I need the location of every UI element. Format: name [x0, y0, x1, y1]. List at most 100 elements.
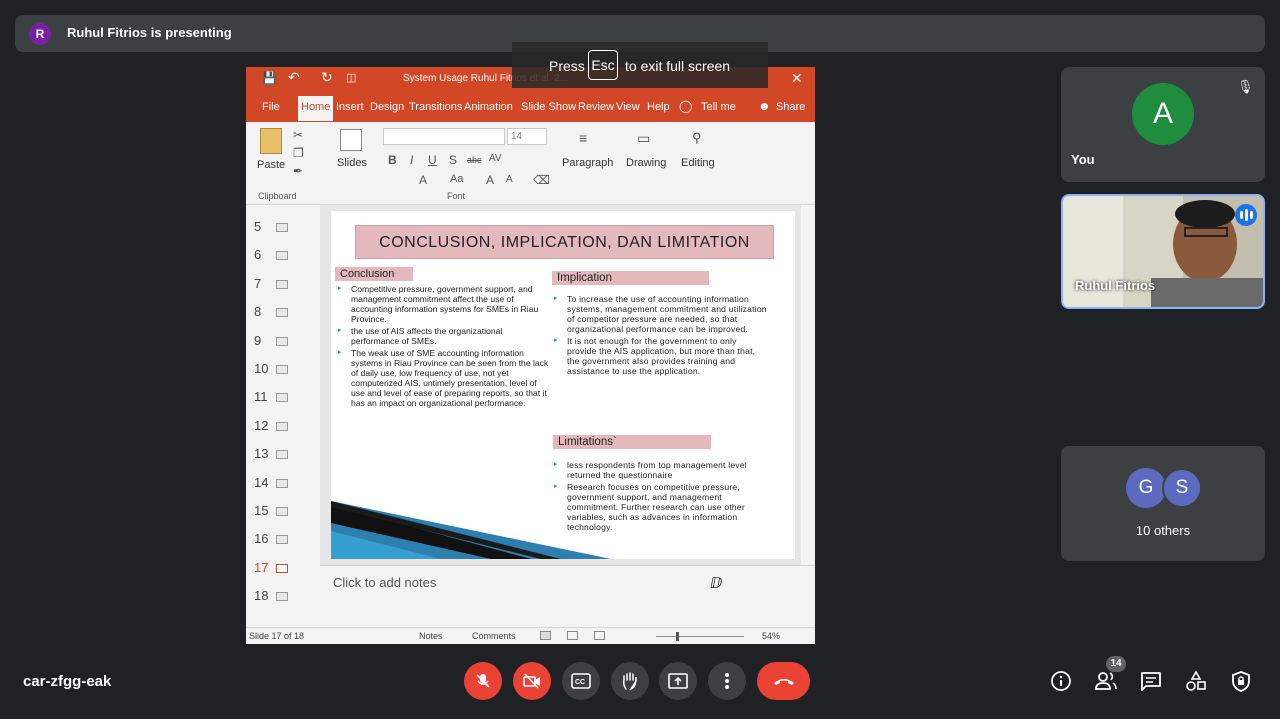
shrink-font-icon[interactable]: A: [506, 174, 513, 185]
thumbnail-number[interactable]: 5: [254, 219, 261, 234]
paste-label[interactable]: Paste: [257, 159, 285, 171]
normal-view-icon[interactable]: [540, 631, 551, 640]
font-name-box[interactable]: [383, 128, 505, 145]
tell-me-search[interactable]: Tell me: [701, 101, 736, 113]
zoom-level[interactable]: 54%: [762, 631, 780, 641]
activities-button[interactable]: [1184, 669, 1208, 693]
slide-thumbnail[interactable]: [276, 223, 288, 232]
copy-icon[interactable]: ❐: [293, 146, 304, 160]
save-icon[interactable]: 💾: [262, 71, 277, 85]
tab-insert[interactable]: Insert: [336, 101, 364, 113]
tab-view[interactable]: View: [616, 101, 640, 113]
participant-tile-you[interactable]: A 🎙 You: [1061, 67, 1265, 182]
participant-tile-others[interactable]: G S 10 others: [1061, 446, 1265, 561]
thumbnail-number[interactable]: 13: [254, 446, 268, 461]
thumbnail-number[interactable]: 9: [254, 333, 261, 348]
clear-format-icon[interactable]: ⌫: [533, 173, 550, 187]
slide-thumbnail[interactable]: [276, 365, 288, 374]
camera-toggle-button[interactable]: [513, 662, 551, 700]
slide-thumbnail[interactable]: [276, 592, 288, 602]
slides-icon[interactable]: [340, 129, 362, 151]
cut-icon[interactable]: ✂: [293, 128, 303, 142]
present-button[interactable]: [659, 662, 697, 700]
slides-label[interactable]: Slides: [337, 157, 367, 169]
slide-thumbnail[interactable]: [276, 478, 288, 488]
thumbnail-number[interactable]: 12: [254, 418, 268, 433]
thumbnail-number[interactable]: 6: [254, 247, 261, 262]
vertical-scrollbar[interactable]: [801, 205, 815, 565]
zoom-slider[interactable]: [656, 636, 744, 637]
thumbnail-pane[interactable]: 5 6 7 8 9 10 11 12 13 14 15 16 17 18: [246, 205, 320, 627]
thumbnail-number[interactable]: 7: [254, 276, 261, 291]
underline-icon[interactable]: U: [428, 153, 437, 167]
thumbnail-number[interactable]: 10: [254, 361, 268, 376]
close-icon[interactable]: ✕: [791, 70, 803, 87]
people-button[interactable]: [1094, 669, 1118, 693]
share-button[interactable]: Share: [776, 101, 805, 113]
drawing-icon[interactable]: ▭: [637, 130, 650, 147]
font-size-box[interactable]: 14: [507, 128, 547, 145]
redo-icon[interactable]: ↻: [321, 69, 333, 86]
zoom-handle[interactable]: [676, 632, 679, 641]
raise-hand-button[interactable]: [611, 662, 649, 700]
meeting-info-button[interactable]: [1049, 669, 1073, 693]
tab-design[interactable]: Design: [370, 101, 404, 113]
thumbnail-number[interactable]: 17: [254, 560, 268, 575]
notes-pane[interactable]: Click to add notes: [320, 565, 815, 627]
sorter-view-icon[interactable]: [567, 631, 578, 640]
notes-button[interactable]: Notes: [419, 631, 443, 641]
paragraph-icon[interactable]: ≡: [579, 130, 587, 146]
slide-thumbnail[interactable]: [276, 450, 288, 460]
strikethrough-icon[interactable]: abc: [467, 155, 482, 165]
slide-thumbnail[interactable]: [276, 421, 288, 431]
slide-thumbnail[interactable]: [276, 251, 288, 261]
slide-thumbnail[interactable]: [276, 563, 288, 573]
thumbnail-number[interactable]: 8: [254, 304, 261, 319]
leave-call-button[interactable]: [757, 662, 810, 700]
slide-canvas[interactable]: CONCLUSION, IMPLICATION, DAN LIMITATION …: [331, 211, 795, 559]
shadow-icon[interactable]: S: [449, 153, 457, 167]
comments-button[interactable]: Comments: [472, 631, 516, 641]
participant-tile-ruhul[interactable]: Ruhul Fitrios: [1061, 194, 1265, 309]
thumbnail-number[interactable]: 15: [254, 503, 268, 518]
slide-thumbnail[interactable]: [276, 535, 288, 545]
tab-review[interactable]: Review: [578, 101, 614, 113]
thumbnail-number[interactable]: 14: [254, 475, 268, 490]
paragraph-label[interactable]: Paragraph: [562, 157, 613, 169]
captions-button[interactable]: CC: [562, 662, 600, 700]
mic-toggle-button[interactable]: [464, 662, 502, 700]
present-icon[interactable]: ◫: [346, 71, 356, 84]
presentation-window[interactable]: 💾 ↶ ↻ ◫ System Usage Ruhul Fitrios et al…: [246, 67, 815, 644]
tab-file[interactable]: File: [262, 101, 280, 113]
thumbnail-number[interactable]: 18: [254, 588, 268, 603]
tab-transitions[interactable]: Transitions: [409, 101, 462, 113]
slide-thumbnail[interactable]: [276, 507, 288, 516]
italic-icon[interactable]: I: [410, 153, 413, 167]
thumbnail-number[interactable]: 11: [254, 389, 268, 404]
paste-icon[interactable]: [260, 128, 282, 154]
font-color-icon[interactable]: A: [419, 173, 427, 187]
slide-thumbnail[interactable]: [276, 308, 288, 318]
format-painter-icon[interactable]: ✒: [293, 164, 303, 178]
reading-view-icon[interactable]: [594, 631, 605, 640]
chat-button[interactable]: [1139, 669, 1163, 693]
drawing-label[interactable]: Drawing: [626, 157, 666, 169]
tab-animations[interactable]: Animation: [464, 101, 513, 113]
search-icon[interactable]: ⚲: [692, 130, 702, 146]
thumbnail-number[interactable]: 16: [254, 531, 268, 546]
tab-slide-show[interactable]: Slide Show: [521, 101, 576, 113]
more-options-button[interactable]: [708, 662, 746, 700]
spacing-icon[interactable]: AV: [489, 153, 502, 164]
tab-help[interactable]: Help: [647, 101, 670, 113]
slide-thumbnail[interactable]: [276, 393, 288, 403]
grow-font-icon[interactable]: A: [486, 173, 494, 187]
undo-icon[interactable]: ↶: [288, 69, 300, 86]
slide-thumbnail[interactable]: [276, 336, 288, 346]
host-controls-button[interactable]: [1229, 669, 1253, 693]
editing-label[interactable]: Editing: [681, 157, 715, 169]
change-case-icon[interactable]: Aa: [450, 173, 463, 185]
slide-thumbnail[interactable]: [276, 279, 288, 289]
bold-icon[interactable]: B: [388, 153, 397, 167]
tab-home[interactable]: Home: [298, 96, 334, 121]
slide-title-box[interactable]: CONCLUSION, IMPLICATION, DAN LIMITATION: [355, 225, 774, 259]
